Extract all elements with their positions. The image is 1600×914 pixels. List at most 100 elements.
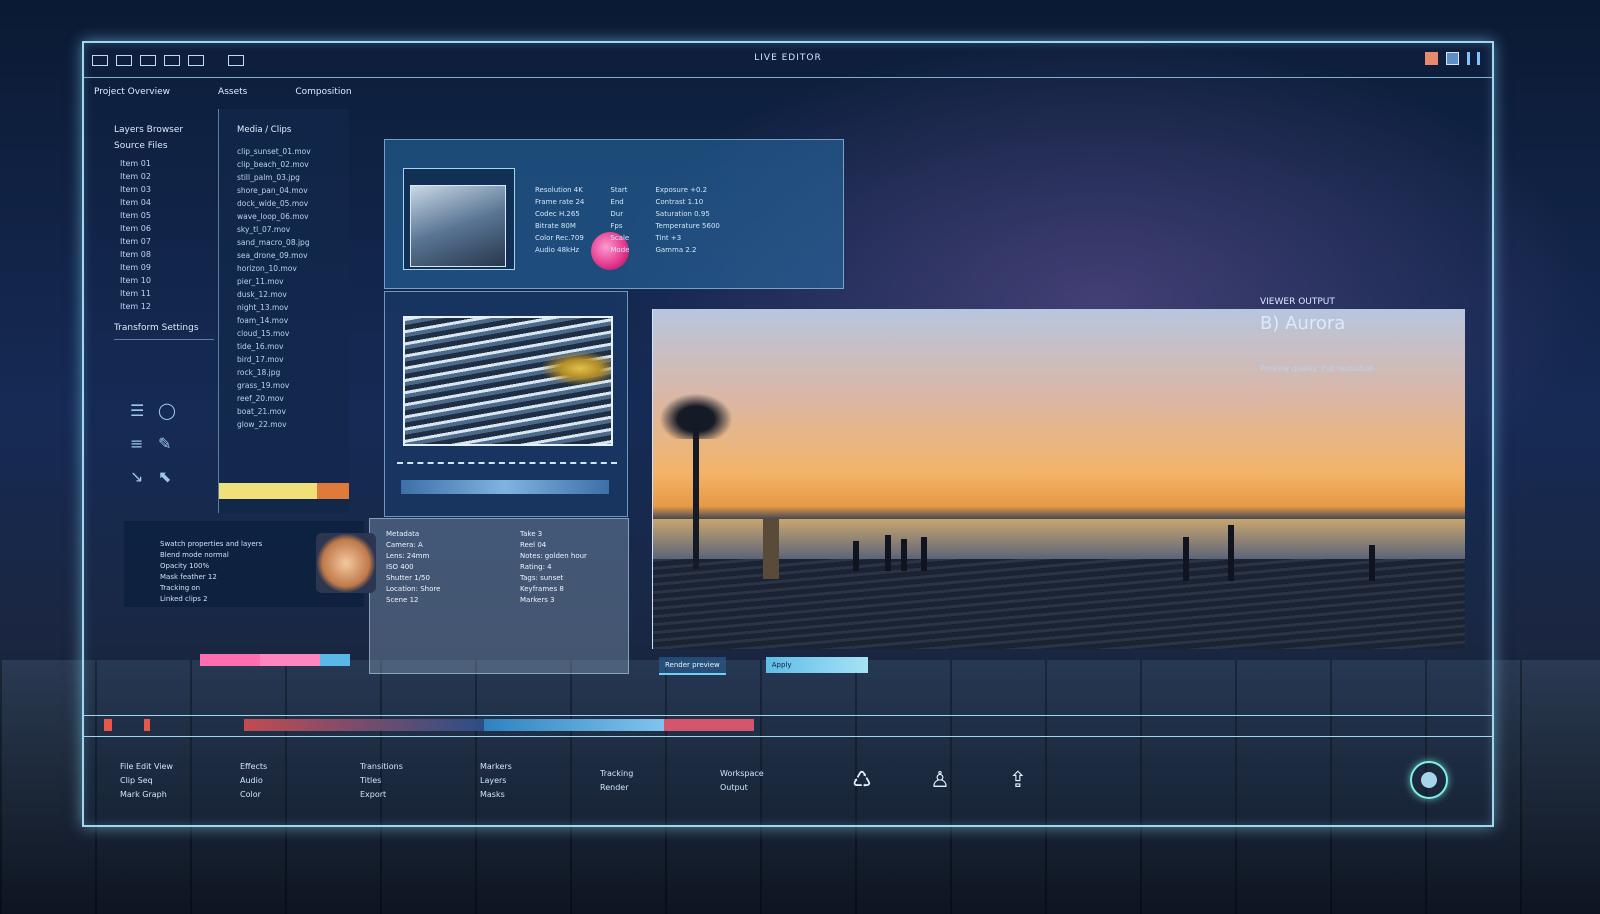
list-item[interactable]: bird_17.mov bbox=[219, 353, 349, 366]
circle-icon[interactable]: ◯ bbox=[158, 401, 186, 420]
list-icon[interactable]: ☰ bbox=[130, 401, 158, 420]
clip-properties-panel: Resolution 4K Frame rate 24 Codec H.265 … bbox=[384, 139, 844, 289]
sidebar-item[interactable]: Item 08 bbox=[120, 248, 214, 261]
property-value: Start bbox=[610, 186, 628, 194]
pier-post bbox=[763, 519, 779, 579]
sidebar-item[interactable]: Item 05 bbox=[120, 209, 214, 222]
user-icon[interactable]: ♙ bbox=[920, 761, 960, 801]
bottom-dock: File Edit View Clip Seq Mark Graph Effec… bbox=[84, 737, 1492, 825]
window-controls bbox=[1425, 52, 1480, 65]
menu-item-assets[interactable]: Assets bbox=[218, 87, 247, 97]
color-chip-bar[interactable] bbox=[219, 483, 349, 499]
property-value: Dur bbox=[610, 210, 624, 218]
list-item[interactable]: pier_11.mov bbox=[219, 275, 349, 288]
color-swatch-bar[interactable] bbox=[200, 654, 350, 666]
sidebar-footer: Transform Settings bbox=[114, 323, 214, 340]
sidebar-item[interactable]: Item 04 bbox=[120, 196, 214, 209]
list-item[interactable]: shore_pan_04.mov bbox=[219, 184, 349, 197]
shell-thumbnail[interactable] bbox=[316, 533, 376, 593]
pier-post bbox=[1183, 537, 1189, 581]
arrow-icon[interactable]: ↘ bbox=[130, 467, 158, 486]
filmstrip[interactable] bbox=[397, 462, 617, 470]
list-item[interactable]: sky_tl_07.mov bbox=[219, 223, 349, 236]
property-value: Scale bbox=[610, 234, 630, 242]
render-preview-button[interactable]: Render preview bbox=[659, 657, 726, 675]
menu-item-composition[interactable]: Composition bbox=[295, 87, 351, 97]
list-item[interactable]: wave_loop_06.mov bbox=[219, 210, 349, 223]
layer-property: Linked clips 2 bbox=[160, 595, 208, 603]
property-value: End bbox=[610, 198, 624, 206]
metadata-line: Notes: golden hour bbox=[520, 552, 587, 560]
image-icon[interactable] bbox=[1446, 52, 1459, 65]
list-item[interactable]: still_palm_03.jpg bbox=[219, 171, 349, 184]
sidebar-item[interactable]: Item 03 bbox=[120, 183, 214, 196]
list-item[interactable]: foam_14.mov bbox=[219, 314, 349, 327]
list-item[interactable]: cloud_15.mov bbox=[219, 327, 349, 340]
layer-property: Blend mode normal bbox=[160, 551, 229, 559]
timeline-clip[interactable] bbox=[144, 719, 150, 731]
list-item[interactable]: glow_22.mov bbox=[219, 418, 349, 431]
menu-item-overview[interactable]: Project Overview bbox=[94, 87, 170, 97]
dock-label: Layers bbox=[480, 776, 507, 785]
dock-group[interactable]: Transitions Titles Export bbox=[360, 760, 444, 802]
dock-label: Render bbox=[600, 783, 629, 792]
dock-label: Markers bbox=[480, 762, 512, 771]
metadata-line: Camera: A bbox=[386, 541, 423, 549]
brush-icon[interactable]: ✎ bbox=[158, 434, 186, 453]
record-indicator-icon[interactable] bbox=[1425, 52, 1438, 65]
list-item[interactable]: clip_beach_02.mov bbox=[219, 158, 349, 171]
align-icon[interactable]: ≡ bbox=[130, 434, 158, 453]
property-value: Mode bbox=[610, 246, 630, 254]
clip-thumbnail[interactable] bbox=[403, 168, 515, 270]
pier-post bbox=[901, 539, 907, 571]
tool-icons: ☰ ◯ ≡ ✎ ↘ ⬉ bbox=[130, 401, 186, 486]
record-button[interactable] bbox=[1410, 761, 1448, 799]
dock-group[interactable]: Effects Audio Color bbox=[240, 760, 324, 802]
scrub-bar[interactable] bbox=[401, 480, 609, 494]
list-item[interactable]: clip_sunset_01.mov bbox=[219, 145, 349, 158]
sidebar-item[interactable]: Item 09 bbox=[120, 261, 214, 274]
apply-button[interactable]: Apply bbox=[765, 657, 868, 673]
list-item[interactable]: reef_20.mov bbox=[219, 392, 349, 405]
source-monitor-panel bbox=[384, 291, 628, 517]
timeline-clip[interactable] bbox=[484, 719, 664, 731]
timeline-clip[interactable] bbox=[244, 719, 484, 731]
list-item[interactable]: boat_21.mov bbox=[219, 405, 349, 418]
sidebar-item[interactable]: Item 11 bbox=[120, 287, 214, 300]
sidebar-item[interactable]: Item 07 bbox=[120, 235, 214, 248]
timeline-track[interactable] bbox=[84, 715, 1492, 737]
sidebar-item[interactable]: Item 02 bbox=[120, 170, 214, 183]
dock-group[interactable]: Markers Layers Masks bbox=[480, 760, 564, 802]
pause-icon[interactable] bbox=[1467, 52, 1480, 65]
list-item[interactable]: tide_16.mov bbox=[219, 340, 349, 353]
timeline-clip[interactable] bbox=[664, 719, 754, 731]
list-item[interactable]: grass_19.mov bbox=[219, 379, 349, 392]
share-icon[interactable]: ⇪ bbox=[998, 761, 1038, 801]
pointer-icon[interactable]: ⬉ bbox=[158, 467, 186, 486]
list-item[interactable]: sand_macro_08.jpg bbox=[219, 236, 349, 249]
timeline-clip[interactable] bbox=[104, 719, 112, 731]
gift-icon[interactable]: ♺ bbox=[842, 761, 882, 801]
list-item[interactable]: dusk_12.mov bbox=[219, 288, 349, 301]
sidebar-item[interactable]: Item 06 bbox=[120, 222, 214, 235]
sidebar-item[interactable]: Item 01 bbox=[120, 157, 214, 170]
source-preview-image[interactable] bbox=[403, 316, 613, 446]
list-item[interactable]: sea_drone_09.mov bbox=[219, 249, 349, 262]
dock-label: Output bbox=[720, 783, 748, 792]
preview-actions: Render preview Apply bbox=[659, 657, 868, 675]
property-value: Bitrate 80M bbox=[535, 222, 576, 230]
list-item[interactable]: night_13.mov bbox=[219, 301, 349, 314]
dock-group[interactable]: File Edit View Clip Seq Mark Graph bbox=[120, 760, 204, 802]
property-columns: Resolution 4K Frame rate 24 Codec H.265 … bbox=[535, 184, 720, 256]
dock-group[interactable]: Tracking Render bbox=[600, 767, 684, 795]
sidebar-item[interactable]: Item 10 bbox=[120, 274, 214, 287]
dock-label: Workspace bbox=[720, 769, 764, 778]
list-item[interactable]: rock_18.jpg bbox=[219, 366, 349, 379]
layer-property: Mask feather 12 bbox=[160, 573, 217, 581]
dock-group[interactable]: Workspace Output bbox=[720, 767, 804, 795]
list-item[interactable]: horizon_10.mov bbox=[219, 262, 349, 275]
dock-label: Tracking bbox=[600, 769, 634, 778]
list-item[interactable]: dock_wide_05.mov bbox=[219, 197, 349, 210]
viewer-info: VIEWER OUTPUT B) Aurora Preview quality:… bbox=[1260, 297, 1374, 373]
sidebar-item[interactable]: Item 12 bbox=[120, 300, 214, 313]
